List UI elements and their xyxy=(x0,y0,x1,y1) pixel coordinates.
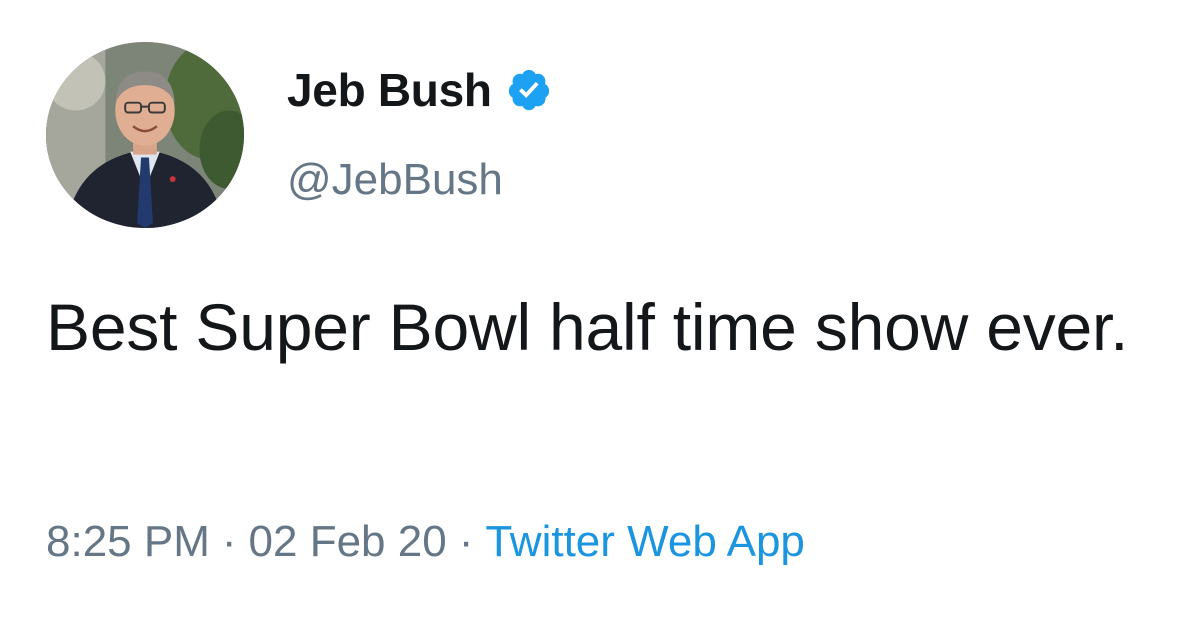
tweet-text: Best Super Bowl half time show ever. xyxy=(46,290,1129,364)
tweet-source-link[interactable]: Twitter Web App xyxy=(485,517,805,566)
tweet-time[interactable]: 8:25 PM xyxy=(46,517,210,566)
display-name[interactable]: Jeb Bush xyxy=(287,63,492,117)
meta-separator: · xyxy=(458,517,474,566)
tweet-meta: 8:25 PM · 02 Feb 20 · Twitter Web App xyxy=(46,512,805,572)
author-name-row: Jeb Bush xyxy=(287,58,552,122)
author-handle[interactable]: @JebBush xyxy=(287,150,503,210)
avatar[interactable] xyxy=(46,42,244,228)
verified-badge-icon xyxy=(506,67,552,113)
profile-photo-icon xyxy=(46,42,244,228)
tweet-date[interactable]: 02 Feb 20 xyxy=(249,517,447,566)
meta-separator: · xyxy=(221,517,237,566)
